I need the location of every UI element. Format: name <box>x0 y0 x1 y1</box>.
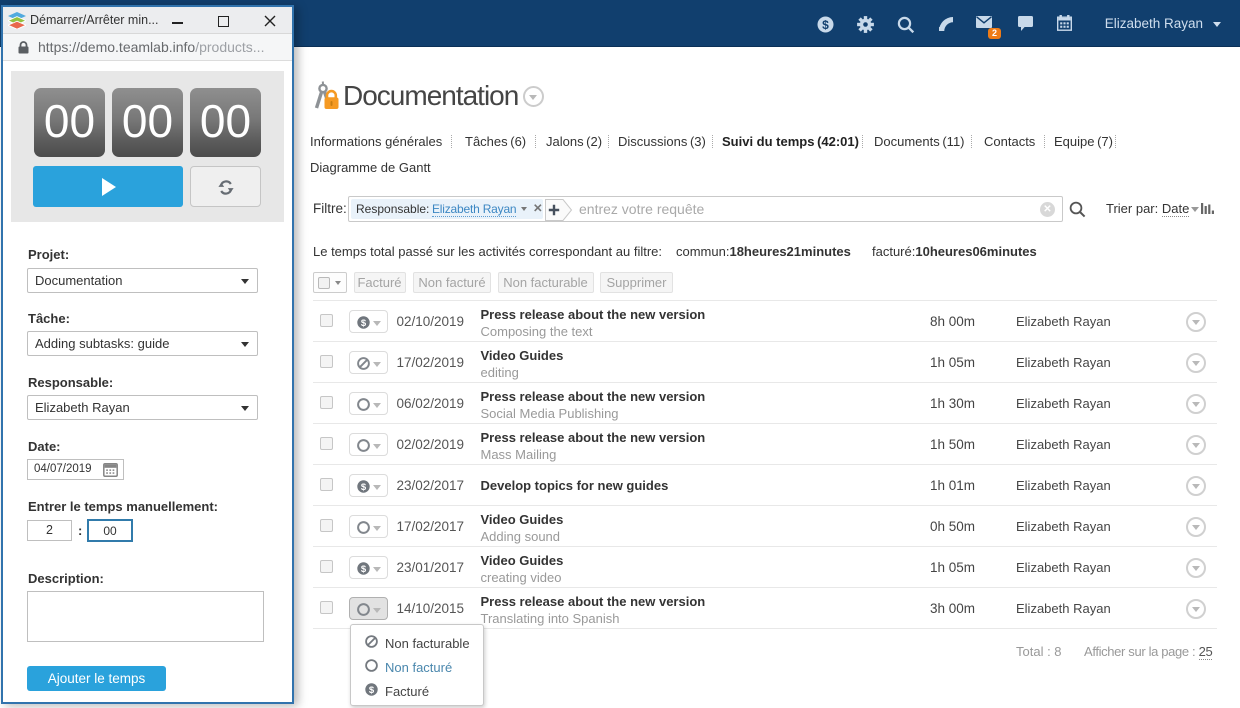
svg-text:$: $ <box>822 18 829 32</box>
svg-text:$: $ <box>369 685 375 696</box>
svg-text:$: $ <box>361 318 367 329</box>
svg-text:$: $ <box>361 564 367 575</box>
svg-text:$: $ <box>361 482 367 493</box>
